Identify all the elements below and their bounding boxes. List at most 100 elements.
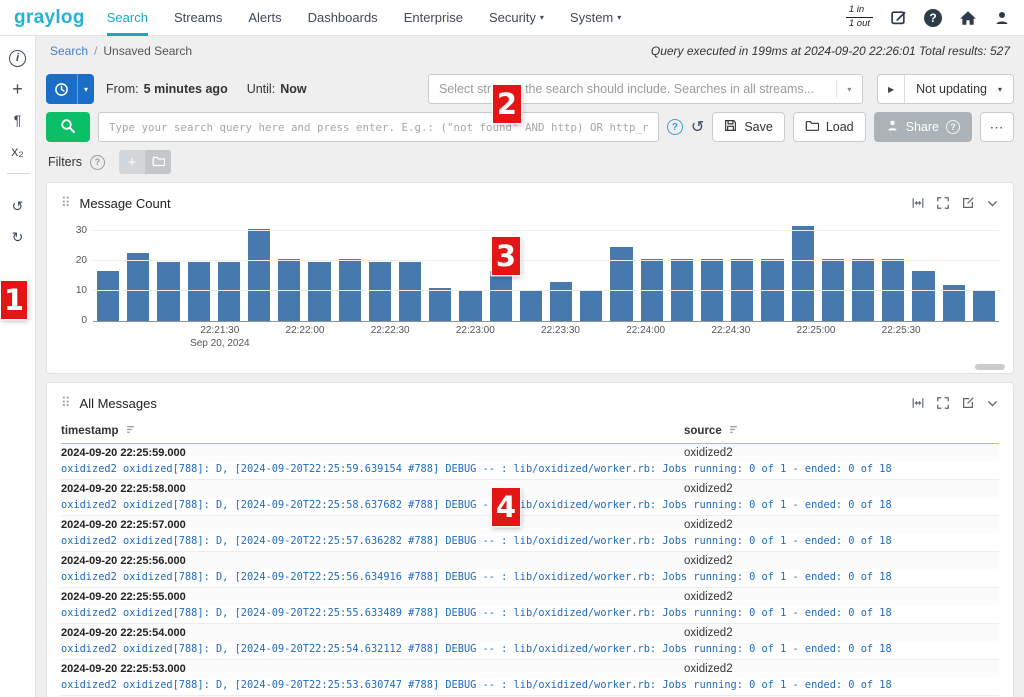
chart-bar[interactable] (519, 291, 543, 321)
nav-item-alerts[interactable]: Alerts (248, 0, 281, 36)
load-button[interactable]: Load (792, 112, 866, 142)
query-help-icon[interactable]: ? (666, 119, 683, 135)
share-button[interactable]: Share ? (873, 112, 972, 142)
sort-icon[interactable] (728, 424, 739, 438)
chart-horizontal-scrollbar[interactable] (975, 364, 1005, 370)
more-actions-button[interactable]: ⋯ (980, 112, 1014, 142)
help-icon[interactable]: ? (924, 8, 942, 27)
chart-plot: 0 10 20 30 (76, 223, 999, 326)
focus-widget-icon[interactable] (911, 396, 925, 410)
drag-handle-icon[interactable]: ⠿ (61, 195, 71, 211)
chart-bar[interactable] (97, 270, 120, 321)
search-query-input[interactable] (98, 112, 659, 142)
edit-content-icon[interactable] (890, 9, 907, 26)
home-icon[interactable] (959, 10, 977, 26)
table-row[interactable]: 2024-09-20 22:25:54.000 oxidized2 oxidized… (61, 624, 999, 660)
chart-bar[interactable] (972, 291, 996, 321)
chart-bar[interactable] (217, 261, 241, 321)
x-tick-label: 22:24:30 (711, 325, 751, 336)
table-row[interactable]: 2024-09-20 22:25:56.000 oxidized2 oxidized… (61, 552, 999, 588)
chevron-down-icon[interactable]: ▾ (835, 80, 862, 98)
x-tick-label: 22:25:00 (796, 325, 836, 336)
chart-bar[interactable] (489, 270, 512, 321)
nav-item-streams[interactable]: Streams (174, 0, 222, 36)
throughput-indicator: 1 in 1 out (845, 4, 873, 30)
y-tick-label: 20 (75, 255, 87, 266)
user-icon[interactable] (994, 10, 1010, 26)
collapse-widget-icon[interactable] (986, 197, 999, 210)
chevron-down-icon: ▾ (997, 84, 1002, 94)
view-description-button[interactable]: i (1, 44, 35, 72)
nav-item-dashboards[interactable]: Dashboards (308, 0, 378, 36)
plus-icon: + (127, 153, 137, 171)
view-sidebar: i + ¶ x₂ ↺ ↻ (0, 36, 36, 697)
collapse-widget-icon[interactable] (986, 397, 999, 410)
nav-item-search[interactable]: Search (107, 0, 148, 36)
chart-bar[interactable] (308, 261, 331, 321)
message-source: oxidized2 (684, 627, 733, 639)
messages-table: timestamp source 2024-09-20 22:25:59.000… (61, 421, 999, 697)
table-row[interactable]: 2024-09-20 22:25:58.000 oxidized2 oxidized… (61, 480, 999, 516)
nav-item-security[interactable]: Security ▾ (489, 0, 544, 36)
focus-widget-icon[interactable] (911, 196, 925, 210)
y-tick-label: 10 (75, 285, 87, 296)
nav-item-system[interactable]: System ▾ (570, 0, 621, 36)
chart-bar[interactable] (157, 261, 180, 321)
x-tick-label: 22:23:30 (541, 325, 580, 336)
x-tick-label: 22:22:00 (285, 325, 325, 336)
widget-header: ⠿ Message Count (61, 191, 999, 215)
add-filter-button[interactable]: + (119, 150, 146, 174)
table-row[interactable]: 2024-09-20 22:25:59.000 oxidized2 oxidized… (61, 444, 999, 480)
chart-bar[interactable] (127, 252, 150, 321)
chart-bar[interactable] (187, 261, 210, 321)
redo-button[interactable]: ↻ (1, 223, 35, 251)
save-icon (724, 119, 737, 135)
x-tick-label: 22:23:00 (455, 325, 495, 336)
query-status: Query executed in 199ms at 2024-09-20 22… (650, 44, 1010, 58)
chart-bar[interactable] (368, 261, 392, 321)
formatting-button[interactable]: ¶ (1, 106, 35, 134)
chart-bar[interactable] (429, 288, 452, 321)
drag-handle-icon[interactable]: ⠿ (61, 395, 71, 411)
query-history-icon[interactable]: ↺ (691, 117, 704, 137)
table-row[interactable]: 2024-09-20 22:25:55.000 oxidized2 oxidized… (61, 588, 999, 624)
refresh-interval-button[interactable]: Not updating ▾ (905, 75, 1013, 103)
message-text: oxidized2 oxidized[788]: D, [2024-09-20T… (61, 643, 892, 655)
chevron-down-icon[interactable]: ▾ (77, 74, 94, 104)
table-row[interactable]: 2024-09-20 22:25:57.000 oxidized2 oxidized… (61, 516, 999, 552)
graylog-logo[interactable]: graylog (14, 7, 85, 29)
throughput-in: 1 in (845, 4, 873, 18)
create-button[interactable]: + (1, 75, 35, 103)
fields-button[interactable]: x₂ (1, 137, 35, 165)
play-icon[interactable]: ▶ (878, 75, 906, 103)
breadcrumb-search-link[interactable]: Search (50, 44, 88, 58)
chart-bar[interactable] (459, 291, 482, 321)
search-page: ▾ From: 5 minutes ago Until: Now Select … (36, 66, 1024, 697)
timerange-button[interactable]: ▾ (46, 74, 95, 104)
table-row[interactable]: 2024-09-20 22:25:53.000 oxidized2 oxidized… (61, 660, 999, 696)
edit-widget-icon[interactable] (961, 196, 975, 210)
chart-bar[interactable] (550, 282, 573, 321)
filters-help-icon[interactable]: ? (90, 154, 106, 170)
filter-folder-button[interactable] (145, 150, 172, 174)
column-header-timestamp[interactable]: timestamp (61, 424, 684, 438)
chart-bar[interactable] (580, 291, 603, 321)
column-header-source[interactable]: source (684, 424, 999, 438)
undo-button[interactable]: ↺ (1, 192, 35, 220)
fullscreen-icon[interactable] (936, 196, 950, 210)
search-button[interactable] (46, 112, 90, 142)
chart-bar[interactable] (912, 270, 935, 321)
fullscreen-icon[interactable] (936, 396, 950, 410)
from-value: 5 minutes ago (143, 82, 228, 96)
navbar-right: 1 in 1 out ? (845, 4, 1010, 30)
chart-bar[interactable] (610, 246, 633, 321)
sort-icon[interactable] (125, 424, 136, 438)
save-button[interactable]: Save (712, 112, 785, 142)
chart-bar[interactable] (248, 228, 271, 321)
annotation-marker-3: 3 (492, 237, 520, 275)
nav-item-enterprise[interactable]: Enterprise (404, 0, 463, 36)
chart-bar[interactable] (791, 225, 814, 321)
chart-bar[interactable] (399, 261, 422, 321)
edit-widget-icon[interactable] (961, 396, 975, 410)
timerange-summary[interactable]: From: 5 minutes ago Until: Now (102, 82, 325, 96)
